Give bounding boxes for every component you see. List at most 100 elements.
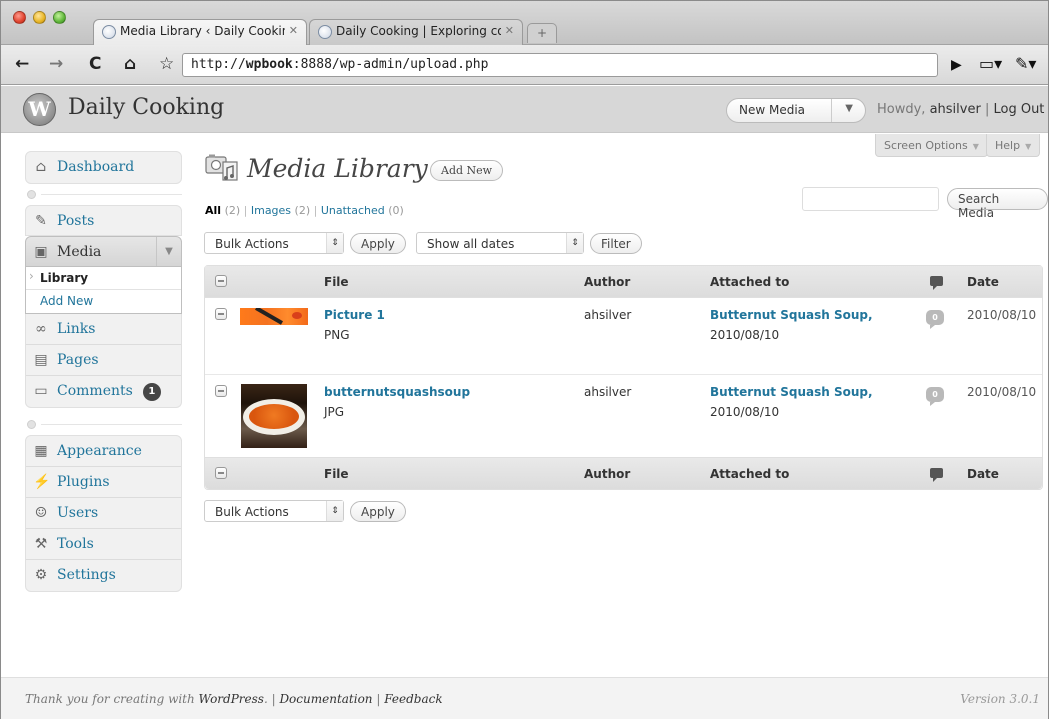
file-title-link[interactable]: butternutsquashsoup xyxy=(324,382,470,402)
column-header-attached-to[interactable]: Attached to xyxy=(710,275,789,289)
bulk-actions-select-top[interactable]: Bulk Actions ⇕ xyxy=(204,232,344,254)
sidebar-item-users[interactable]: ☺ Users xyxy=(26,498,181,529)
column-header-author[interactable]: Author xyxy=(584,467,630,481)
comment-count-bubble[interactable]: 0 xyxy=(926,310,944,329)
forward-arrow-icon[interactable]: → xyxy=(49,54,63,74)
row-checkbox[interactable] xyxy=(215,385,227,397)
menu-separator[interactable] xyxy=(27,420,182,430)
favorite-actions-dropdown[interactable]: New Media ▼ xyxy=(726,98,866,123)
sidebar-item-settings[interactable]: ⚙ Settings xyxy=(26,560,181,591)
filter-all-link[interactable]: All xyxy=(205,204,221,217)
comment-icon: ▭ xyxy=(34,383,48,399)
filter-button[interactable]: Filter xyxy=(590,233,642,254)
sidebar-item-dashboard[interactable]: ⌂ Dashboard xyxy=(26,152,181,183)
tools-icon: ⚒ xyxy=(34,536,48,552)
sidebar-item-label: Comments xyxy=(57,383,133,399)
screen-options-button[interactable]: Screen Options ▼ xyxy=(875,134,988,157)
site-title[interactable]: Daily Cooking xyxy=(68,95,224,120)
divider xyxy=(831,99,832,122)
sidebar-item-pages[interactable]: ▤ Pages xyxy=(26,345,181,376)
new-tab-button[interactable]: + xyxy=(527,23,557,43)
file-title-link[interactable]: Picture 1 xyxy=(324,305,385,325)
apply-button-top[interactable]: Apply xyxy=(350,233,406,254)
sidebar-subitem-add-new[interactable]: Add New xyxy=(26,290,181,313)
attached-date: 2010/08/10 xyxy=(710,405,780,419)
menu-separator[interactable] xyxy=(27,190,182,200)
attached-post-link[interactable]: Butternut Squash Soup, xyxy=(710,305,873,325)
new-media-label[interactable]: New Media xyxy=(739,103,805,117)
minimize-window-button[interactable] xyxy=(33,11,46,24)
username-link[interactable]: ahsilver xyxy=(930,102,981,117)
url-scheme: http:// xyxy=(191,57,246,72)
column-header-file[interactable]: File xyxy=(324,467,349,481)
play-icon[interactable]: ▶ xyxy=(951,57,962,73)
chevron-down-icon[interactable]: ▼ xyxy=(156,237,181,266)
attached-date: 2010/08/10 xyxy=(710,328,780,342)
home-icon[interactable]: ⌂ xyxy=(124,54,136,74)
sidebar-item-tools[interactable]: ⚒ Tools xyxy=(26,529,181,560)
apply-button-bottom[interactable]: Apply xyxy=(350,501,406,522)
close-window-button[interactable] xyxy=(13,11,26,24)
tab-close-icon[interactable]: ✕ xyxy=(505,24,514,37)
address-bar[interactable]: http://wpbook:8888/wp-admin/upload.php xyxy=(182,53,938,77)
divider xyxy=(41,424,182,425)
filter-images-link[interactable]: Images xyxy=(251,204,291,217)
sidebar-subitem-library[interactable]: Library xyxy=(26,267,181,290)
reload-icon[interactable]: C xyxy=(89,54,101,74)
sidebar-item-posts[interactable]: ✎ Posts xyxy=(25,205,182,236)
media-library-icon xyxy=(205,154,238,181)
screen-options-label: Screen Options xyxy=(884,139,968,152)
search-media-button[interactable]: Search Media xyxy=(947,188,1048,220)
sidebar-item-plugins[interactable]: ⚡ Plugins xyxy=(26,467,181,498)
wrench-icon[interactable]: ✎▾ xyxy=(1015,54,1036,73)
sidebar-item-appearance[interactable]: ▦ Appearance xyxy=(26,436,181,467)
sidebar-item-links[interactable]: ∞ Links xyxy=(26,314,181,345)
column-header-file[interactable]: File xyxy=(324,275,349,289)
tab-close-icon[interactable]: ✕ xyxy=(289,24,298,37)
select-all-checkbox[interactable] xyxy=(215,275,227,287)
wordpress-link[interactable]: WordPress xyxy=(199,692,264,706)
file-cell: Picture 1 PNG xyxy=(324,305,385,345)
attached-post-link[interactable]: Butternut Squash Soup, xyxy=(710,382,873,402)
pages-icon: ▤ xyxy=(34,352,48,368)
documentation-link[interactable]: Documentation xyxy=(279,692,372,706)
chevron-down-icon[interactable]: ▼ xyxy=(845,103,853,114)
thumbnail-image[interactable] xyxy=(241,384,307,448)
column-header-author[interactable]: Author xyxy=(584,275,630,289)
browser-toolbar: ← → C ⌂ ☆ http://wpbook:8888/wp-admin/up… xyxy=(1,45,1048,85)
search-media-input[interactable] xyxy=(802,187,939,211)
select-all-checkbox[interactable] xyxy=(215,467,227,479)
column-header-date[interactable]: Date xyxy=(967,275,999,289)
comments-count-badge: 1 xyxy=(142,383,161,401)
logout-link[interactable]: Log Out xyxy=(993,102,1044,117)
filter-count: (0) xyxy=(388,204,404,217)
tab-daily-cooking[interactable]: Daily Cooking | Exploring co ✕ xyxy=(309,19,523,45)
row-checkbox[interactable] xyxy=(215,308,227,320)
sidebar-item-media[interactable]: ▣ Media ▼ xyxy=(25,236,182,267)
star-icon[interactable]: ☆ xyxy=(159,54,174,74)
bulk-actions-select-bottom[interactable]: Bulk Actions ⇕ xyxy=(204,500,344,522)
help-button[interactable]: Help ▼ xyxy=(986,134,1041,157)
back-arrow-icon[interactable]: ← xyxy=(15,54,29,74)
home-icon: ⌂ xyxy=(35,159,47,175)
date-filter-select[interactable]: Show all dates ⇕ xyxy=(416,232,584,254)
page-menu-icon[interactable]: ▭▾ xyxy=(979,54,1002,73)
wordpress-logo-icon[interactable]: W xyxy=(23,93,56,126)
feedback-link[interactable]: Feedback xyxy=(384,692,442,706)
tab-media-library[interactable]: Media Library ‹ Daily Cookin ✕ xyxy=(93,19,307,45)
column-header-attached-to[interactable]: Attached to xyxy=(710,467,789,481)
zoom-window-button[interactable] xyxy=(53,11,66,24)
comment-count-bubble[interactable]: 0 xyxy=(926,387,944,406)
thumbnail-image[interactable] xyxy=(240,308,308,325)
author-cell: ahsilver xyxy=(584,385,632,399)
sidebar-item-label: Posts xyxy=(57,213,95,229)
sidebar-item-label: Appearance xyxy=(57,443,142,459)
url-host: wpbook xyxy=(245,57,293,72)
add-new-media-button[interactable]: Add New xyxy=(430,160,504,181)
attached-cell: Butternut Squash Soup, 2010/08/10 xyxy=(710,305,873,345)
sidebar-item-comments[interactable]: ▭ Comments 1 xyxy=(26,376,181,407)
pushpin-icon: ✎ xyxy=(35,213,47,229)
page-title: Media Library xyxy=(247,154,428,183)
filter-unattached-link[interactable]: Unattached xyxy=(321,204,385,217)
column-header-date[interactable]: Date xyxy=(967,467,999,481)
